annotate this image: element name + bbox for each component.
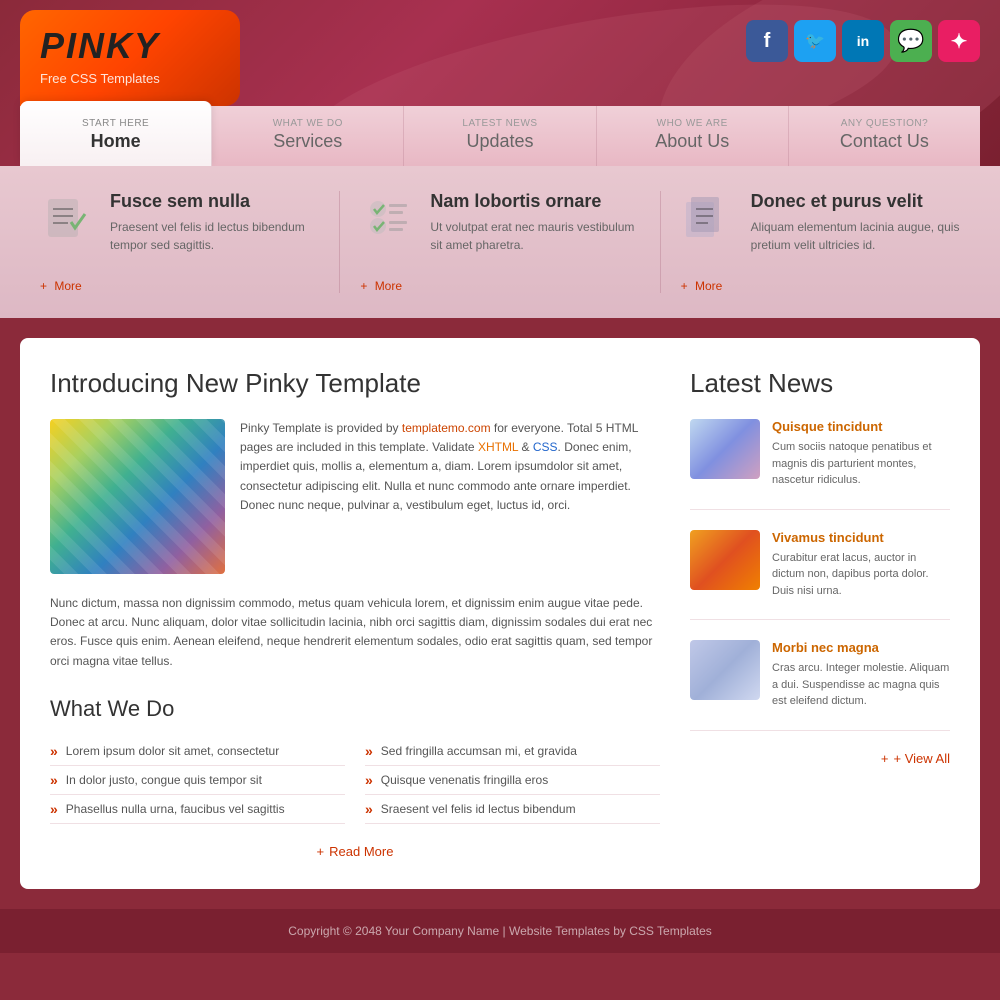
nav-home-sub: START HERE xyxy=(30,118,201,129)
nav-updates-main: Updates xyxy=(414,131,585,152)
footer-text: Copyright © 2048 Your Company Name | Web… xyxy=(288,924,712,938)
what-we-do-title: What We Do xyxy=(50,696,660,722)
news-thumb-2 xyxy=(690,530,760,590)
news-title: Latest News xyxy=(690,368,950,399)
nav-updates-sub: LATEST NEWS xyxy=(414,118,585,129)
feature-2-more[interactable]: + More xyxy=(360,279,639,293)
feature-1: Fusce sem nulla Praesent vel felis id le… xyxy=(20,191,340,293)
feature-1-title: Fusce sem nulla xyxy=(110,191,319,212)
intro-content: Pinky Template is provided by templatemo… xyxy=(50,419,660,574)
feature-1-more[interactable]: + More xyxy=(40,279,319,293)
nav-services-sub: WHAT WE DO xyxy=(222,118,393,129)
header: PINKY Free CSS Templates f 🐦 in 💬 ✦ STAR… xyxy=(0,0,1000,166)
news-content-2: Vivamus tincidunt Curabitur erat lacus, … xyxy=(772,530,950,600)
news-content-1: Quisque tincidunt Cum sociis natoque pen… xyxy=(772,419,950,489)
news-thumb-1 xyxy=(690,419,760,479)
news-item-title-1[interactable]: Quisque tincidunt xyxy=(772,419,950,434)
twitter-icon[interactable]: 🐦 xyxy=(794,20,836,62)
footer: Copyright © 2048 Your Company Name | Web… xyxy=(0,909,1000,953)
news-item-desc-3: Cras arcu. Integer molestie. Aliquam a d… xyxy=(772,660,950,710)
feature-2-icon xyxy=(360,191,415,246)
wwd-item: Sed fringilla accumsan mi, et gravida xyxy=(365,737,660,766)
logo-subtitle: Free CSS Templates xyxy=(40,71,210,86)
message-icon[interactable]: 💬 xyxy=(890,20,932,62)
intro-text: Pinky Template is provided by templatemo… xyxy=(240,419,660,574)
facebook-icon[interactable]: f xyxy=(746,20,788,62)
intro-title: Introducing New Pinky Template xyxy=(50,368,660,399)
nav-home-main: Home xyxy=(30,131,201,152)
navigation: START HERE Home WHAT WE DO Services LATE… xyxy=(20,106,980,166)
news-item-1: Quisque tincidunt Cum sociis natoque pen… xyxy=(690,419,950,510)
wwd-item: Quisque venenatis fringilla eros xyxy=(365,766,660,795)
news-item-3: Morbi nec magna Cras arcu. Integer moles… xyxy=(690,640,950,731)
nav-contact[interactable]: ANY QUESTION? Contact Us xyxy=(789,106,980,166)
logo-title: PINKY xyxy=(40,25,210,67)
wwd-item: Sraesent vel felis id lectus bibendum xyxy=(365,795,660,824)
feature-3-title: Donec et purus velit xyxy=(751,191,960,212)
news-item-title-2[interactable]: Vivamus tincidunt xyxy=(772,530,950,545)
read-more-link[interactable]: + Read More xyxy=(50,844,660,859)
feature-2-desc: Ut volutpat erat nec mauris vestibulum s… xyxy=(430,218,639,254)
wwd-col-2: Sed fringilla accumsan mi, et gravida Qu… xyxy=(365,737,660,824)
news-item-2: Vivamus tincidunt Curabitur erat lacus, … xyxy=(690,530,950,621)
nav-about[interactable]: WHO WE ARE About Us xyxy=(597,106,789,166)
nav-services[interactable]: WHAT WE DO Services xyxy=(212,106,404,166)
main-content: Introducing New Pinky Template Pinky Tem… xyxy=(20,338,980,889)
news-content-3: Morbi nec magna Cras arcu. Integer moles… xyxy=(772,640,950,710)
feature-1-desc: Praesent vel felis id lectus bibendum te… xyxy=(110,218,319,254)
wwd-item: Phasellus nulla urna, faucibus vel sagit… xyxy=(50,795,345,824)
nav-home[interactable]: START HERE Home xyxy=(20,101,212,166)
wwd-item: In dolor justo, congue quis tempor sit xyxy=(50,766,345,795)
news-item-desc-1: Cum sociis natoque penatibus et magnis d… xyxy=(772,439,950,489)
intro-full-text: Nunc dictum, massa non dignissim commodo… xyxy=(50,594,660,671)
templatemo-link[interactable]: templatemo.com xyxy=(402,421,491,435)
feature-2-title: Nam lobortis ornare xyxy=(430,191,639,212)
logo-area: PINKY Free CSS Templates xyxy=(20,10,240,106)
social-icons: f 🐦 in 💬 ✦ xyxy=(746,10,980,62)
nav-updates[interactable]: LATEST NEWS Updates xyxy=(404,106,596,166)
view-all-link[interactable]: + + View All xyxy=(690,751,950,766)
nav-services-main: Services xyxy=(222,131,393,152)
wwd-col-1: Lorem ipsum dolor sit amet, consectetur … xyxy=(50,737,345,824)
news-item-title-3[interactable]: Morbi nec magna xyxy=(772,640,950,655)
feature-3: Donec et purus velit Aliquam elementum l… xyxy=(661,191,980,293)
news-item-desc-2: Curabitur erat lacus, auctor in dictum n… xyxy=(772,550,950,600)
view-all-label: + View All xyxy=(894,751,951,766)
features-bar: Fusce sem nulla Praesent vel felis id le… xyxy=(0,166,1000,318)
network-icon[interactable]: ✦ xyxy=(938,20,980,62)
read-more-label: Read More xyxy=(329,844,393,859)
nav-contact-main: Contact Us xyxy=(799,131,970,152)
feature-1-icon xyxy=(40,191,95,246)
feature-3-more[interactable]: + More xyxy=(681,279,960,293)
intro-image xyxy=(50,419,225,574)
nav-about-main: About Us xyxy=(607,131,778,152)
linkedin-icon[interactable]: in xyxy=(842,20,884,62)
feature-3-icon xyxy=(681,191,736,246)
news-thumb-3 xyxy=(690,640,760,700)
feature-3-desc: Aliquam elementum lacinia augue, quis pr… xyxy=(751,218,960,254)
nav-contact-sub: ANY QUESTION? xyxy=(799,118,970,129)
feature-2: Nam lobortis ornare Ut volutpat erat nec… xyxy=(340,191,660,293)
main-left: Introducing New Pinky Template Pinky Tem… xyxy=(50,368,660,859)
nav-about-sub: WHO WE ARE xyxy=(607,118,778,129)
what-we-do-list: Lorem ipsum dolor sit amet, consectetur … xyxy=(50,737,660,824)
main-right: Latest News Quisque tincidunt Cum sociis… xyxy=(690,368,950,859)
wwd-item: Lorem ipsum dolor sit amet, consectetur xyxy=(50,737,345,766)
